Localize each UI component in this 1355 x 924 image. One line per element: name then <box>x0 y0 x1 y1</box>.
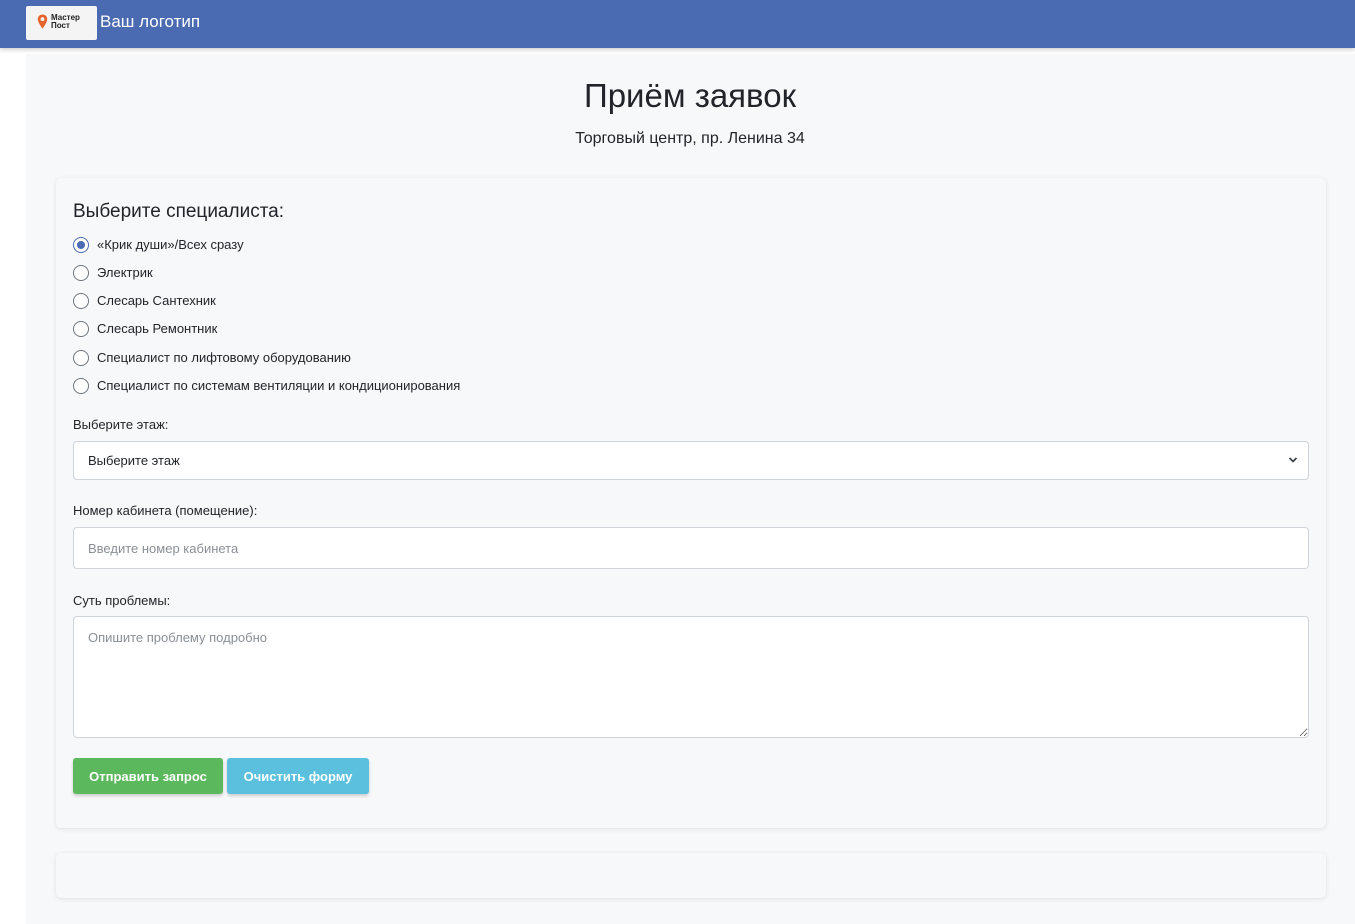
specialist-option-label: Слесарь Сантехник <box>97 293 216 308</box>
specialist-option[interactable]: Слесарь Сантехник <box>73 291 216 311</box>
logo-text-line2: Пост <box>51 21 70 30</box>
specialist-option[interactable]: Электрик <box>73 263 153 283</box>
radio-button[interactable] <box>73 293 89 309</box>
specialist-option-label: Слесарь Ремонтник <box>97 321 218 336</box>
secondary-card <box>56 853 1326 898</box>
floor-label: Выберите этаж: <box>73 417 169 432</box>
page-subtitle: Торговый центр, пр. Ленина 34 <box>575 130 805 147</box>
chevron-down-icon <box>1288 457 1298 463</box>
specialist-option[interactable]: «Крик души»/Всех сразу <box>73 235 244 255</box>
brand-text[interactable]: Ваш логотип <box>100 11 200 33</box>
specialist-option-label: «Крик души»/Всех сразу <box>97 237 244 252</box>
top-navbar: Мастер Пост Ваш логотип <box>0 0 1355 48</box>
floor-select-value: Выберите этаж <box>88 453 180 468</box>
logo-text: Мастер Пост <box>51 14 80 30</box>
radio-button[interactable] <box>73 378 89 394</box>
problem-textarea[interactable] <box>73 616 1309 738</box>
specialist-option[interactable]: Специалист по лифтовому оборудованию <box>73 348 351 368</box>
radio-button[interactable] <box>73 265 89 281</box>
room-label: Номер кабинета (помещение): <box>73 503 258 518</box>
problem-label: Суть проблемы: <box>73 593 171 608</box>
specialist-option-label: Электрик <box>97 265 153 280</box>
floor-select[interactable]: Выберите этаж <box>73 441 1309 480</box>
specialist-heading: Выберите специалиста: <box>73 201 285 222</box>
logo[interactable]: Мастер Пост <box>26 6 97 40</box>
specialist-option-label: Специалист по системам вентиляции и конд… <box>97 378 461 393</box>
submit-request-button[interactable]: Отправить запрос <box>73 758 223 794</box>
clear-form-button[interactable]: Очистить форму <box>227 758 369 794</box>
radio-button[interactable] <box>73 237 89 253</box>
page-title: Приём заявок <box>583 77 797 114</box>
specialist-option[interactable]: Специалист по системам вентиляции и конд… <box>73 376 460 396</box>
location-pin-icon <box>37 14 48 29</box>
specialist-option-label: Специалист по лифтовому оборудованию <box>97 350 351 365</box>
radio-button[interactable] <box>73 321 89 337</box>
specialist-option[interactable]: Слесарь Ремонтник <box>73 319 217 339</box>
radio-button[interactable] <box>73 350 89 366</box>
room-number-input[interactable] <box>73 527 1309 569</box>
